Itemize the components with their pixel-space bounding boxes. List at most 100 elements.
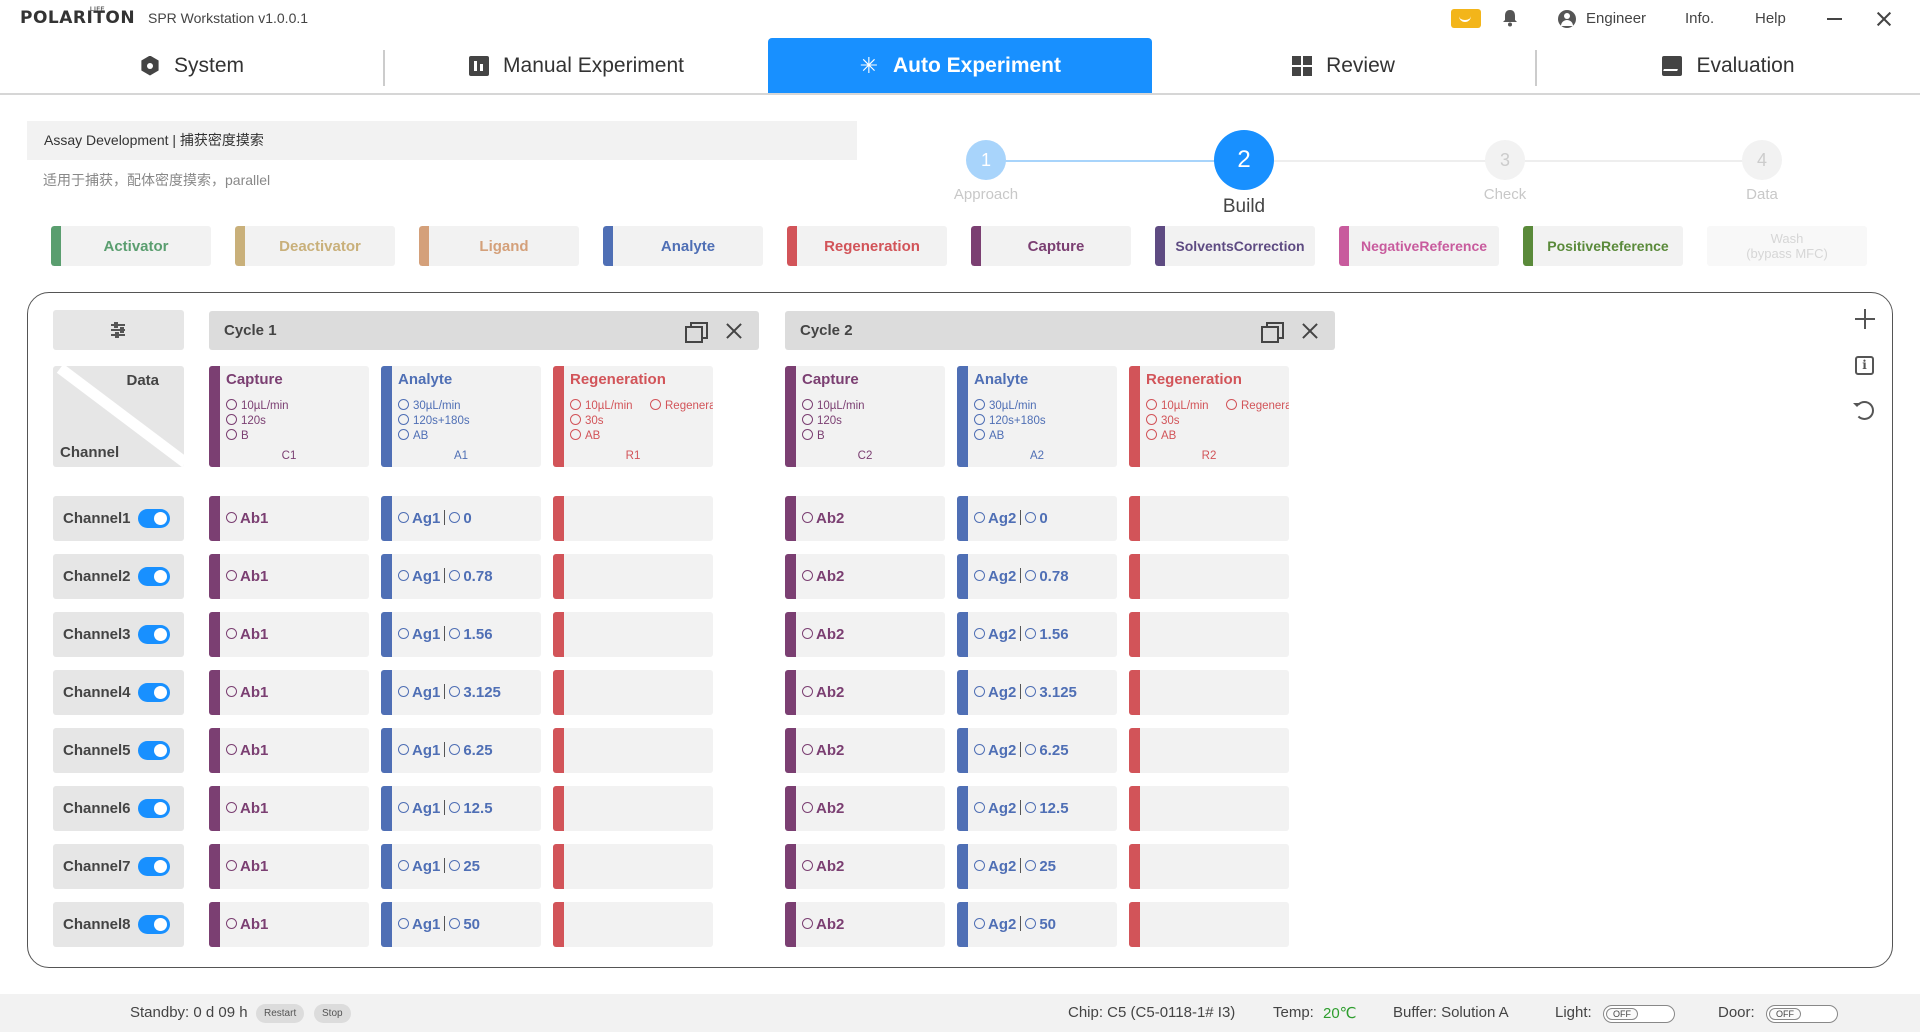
analyte-cell[interactable]: Ag2 1.56 bbox=[957, 612, 1117, 657]
reagent-capture[interactable]: Capture bbox=[971, 226, 1131, 266]
capture-cell[interactable]: Ab1 bbox=[209, 612, 369, 657]
reagent-regeneration[interactable]: Regeneration bbox=[787, 226, 947, 266]
step-4-circle[interactable]: 4 bbox=[1742, 140, 1782, 180]
regeneration-cell[interactable] bbox=[1129, 612, 1289, 657]
analyte-cell[interactable]: Ag1 0 bbox=[381, 496, 541, 541]
regeneration-cell[interactable] bbox=[1129, 554, 1289, 599]
step-card-analyte[interactable]: Analyte 30µL/min 120s+180s AB A1 bbox=[381, 366, 541, 467]
channel-toggle[interactable] bbox=[138, 915, 170, 934]
capture-cell[interactable]: Ab2 bbox=[785, 670, 945, 715]
tab-evaluation[interactable]: Evaluation bbox=[1537, 38, 1920, 93]
regeneration-cell[interactable] bbox=[553, 844, 713, 889]
regeneration-cell[interactable] bbox=[553, 670, 713, 715]
regeneration-cell[interactable] bbox=[1129, 496, 1289, 541]
capture-cell[interactable]: Ab2 bbox=[785, 786, 945, 831]
capture-cell[interactable]: Ab2 bbox=[785, 496, 945, 541]
tab-review[interactable]: Review bbox=[1152, 38, 1535, 93]
analyte-cell[interactable]: Ag2 3.125 bbox=[957, 670, 1117, 715]
info-icon[interactable]: i bbox=[1855, 356, 1874, 375]
settings-button[interactable] bbox=[53, 310, 184, 350]
capture-cell[interactable]: Ab1 bbox=[209, 670, 369, 715]
reagent-deactivator[interactable]: Deactivator bbox=[235, 226, 395, 266]
capture-cell[interactable]: Ab2 bbox=[785, 902, 945, 947]
step-card-analyte[interactable]: Analyte 30µL/min 120s+180s AB A2 bbox=[957, 366, 1117, 467]
regeneration-cell[interactable] bbox=[553, 728, 713, 773]
capture-cell[interactable]: Ab2 bbox=[785, 554, 945, 599]
analyte-cell[interactable]: Ag2 6.25 bbox=[957, 728, 1117, 773]
channel-toggle[interactable] bbox=[138, 567, 170, 586]
regeneration-cell[interactable] bbox=[1129, 902, 1289, 947]
step-card-capture[interactable]: Capture 10µL/min 120s B C1 bbox=[209, 366, 369, 467]
analyte-cell[interactable]: Ag1 25 bbox=[381, 844, 541, 889]
add-cycle-icon[interactable] bbox=[1855, 309, 1875, 329]
reagent-activator[interactable]: Activator bbox=[51, 226, 211, 266]
reagent-solvents-correction[interactable]: SolventsCorrection bbox=[1155, 226, 1315, 266]
step-3-circle[interactable]: 3 bbox=[1485, 140, 1525, 180]
regeneration-cell[interactable] bbox=[553, 496, 713, 541]
capture-cell[interactable]: Ab2 bbox=[785, 612, 945, 657]
channel-toggle[interactable] bbox=[138, 799, 170, 818]
close-icon[interactable] bbox=[724, 321, 744, 341]
channel-toggle[interactable] bbox=[138, 741, 170, 760]
reset-icon[interactable] bbox=[1853, 401, 1874, 420]
capture-cell[interactable]: Ab1 bbox=[209, 554, 369, 599]
step-card-regeneration[interactable]: Regeneration 10µL/min 30s AB Regeneration2 R2 bbox=[1129, 366, 1289, 467]
reagent-analyte[interactable]: Analyte bbox=[603, 226, 763, 266]
stop-button[interactable]: Stop bbox=[314, 1004, 351, 1023]
close-window-icon[interactable] bbox=[1874, 9, 1894, 29]
analyte-cell[interactable]: Ag1 50 bbox=[381, 902, 541, 947]
bell-icon[interactable] bbox=[1502, 9, 1518, 27]
help-menu[interactable]: Help bbox=[1755, 10, 1786, 27]
analyte-cell[interactable]: Ag2 0.78 bbox=[957, 554, 1117, 599]
step-card-capture[interactable]: Capture 10µL/min 120s B C2 bbox=[785, 366, 945, 467]
regeneration-cell[interactable] bbox=[553, 902, 713, 947]
capture-cell[interactable]: Ab1 bbox=[209, 902, 369, 947]
tab-system[interactable]: System bbox=[0, 38, 384, 93]
capture-cell[interactable]: Ab1 bbox=[209, 786, 369, 831]
regeneration-cell[interactable] bbox=[553, 612, 713, 657]
step-2-circle[interactable]: 2 bbox=[1214, 130, 1274, 190]
channel-toggle[interactable] bbox=[138, 683, 170, 702]
capture-cell[interactable]: Ab1 bbox=[209, 728, 369, 773]
regeneration-cell[interactable] bbox=[553, 554, 713, 599]
analyte-cell[interactable]: Ag1 3.125 bbox=[381, 670, 541, 715]
analyte-cell[interactable]: Ag1 6.25 bbox=[381, 728, 541, 773]
analyte-cell[interactable]: Ag1 12.5 bbox=[381, 786, 541, 831]
capture-cell[interactable]: Ab2 bbox=[785, 844, 945, 889]
analyte-cell[interactable]: Ag2 12.5 bbox=[957, 786, 1117, 831]
copy-icon[interactable] bbox=[685, 322, 708, 343]
close-icon[interactable] bbox=[1300, 321, 1320, 341]
channel-toggle[interactable] bbox=[138, 857, 170, 876]
regeneration-cell[interactable] bbox=[1129, 728, 1289, 773]
regeneration-cell[interactable] bbox=[1129, 844, 1289, 889]
step-1-circle[interactable]: 1 bbox=[966, 140, 1006, 180]
user-name[interactable]: Engineer bbox=[1586, 10, 1646, 27]
regeneration-cell[interactable] bbox=[553, 786, 713, 831]
tab-manual-experiment[interactable]: Manual Experiment bbox=[385, 38, 768, 93]
minimize-icon[interactable] bbox=[1827, 18, 1842, 20]
tab-auto-experiment[interactable]: ✳ Auto Experiment bbox=[768, 38, 1152, 93]
copy-icon[interactable] bbox=[1261, 322, 1284, 343]
step-card-regeneration[interactable]: Regeneration 10µL/min 30s AB Regeneration1 R1 bbox=[553, 366, 713, 467]
analyte-cell[interactable]: Ag1 0.78 bbox=[381, 554, 541, 599]
capture-cell[interactable]: Ab1 bbox=[209, 496, 369, 541]
light-switch[interactable]: OFF bbox=[1603, 1005, 1675, 1023]
channel-toggle[interactable] bbox=[138, 509, 170, 528]
analyte-cell[interactable]: Ag2 25 bbox=[957, 844, 1117, 889]
user-icon[interactable] bbox=[1558, 10, 1576, 28]
regeneration-cell[interactable] bbox=[1129, 670, 1289, 715]
info-menu[interactable]: Info. bbox=[1685, 10, 1714, 27]
capture-cell[interactable]: Ab1 bbox=[209, 844, 369, 889]
channel-toggle[interactable] bbox=[138, 625, 170, 644]
analyte-cell[interactable]: Ag2 50 bbox=[957, 902, 1117, 947]
door-switch[interactable]: OFF bbox=[1766, 1005, 1838, 1023]
reagent-negative-reference[interactable]: NegativeReference bbox=[1339, 226, 1499, 266]
analyte-cell[interactable]: Ag2 0 bbox=[957, 496, 1117, 541]
regeneration-cell[interactable] bbox=[1129, 786, 1289, 831]
analyte-cell[interactable]: Ag1 1.56 bbox=[381, 612, 541, 657]
reagent-ligand[interactable]: Ligand bbox=[419, 226, 579, 266]
notification-badge-icon[interactable] bbox=[1451, 9, 1481, 28]
capture-cell[interactable]: Ab2 bbox=[785, 728, 945, 773]
restart-button[interactable]: Restart bbox=[256, 1004, 305, 1023]
reagent-positive-reference[interactable]: PositiveReference bbox=[1523, 226, 1683, 266]
